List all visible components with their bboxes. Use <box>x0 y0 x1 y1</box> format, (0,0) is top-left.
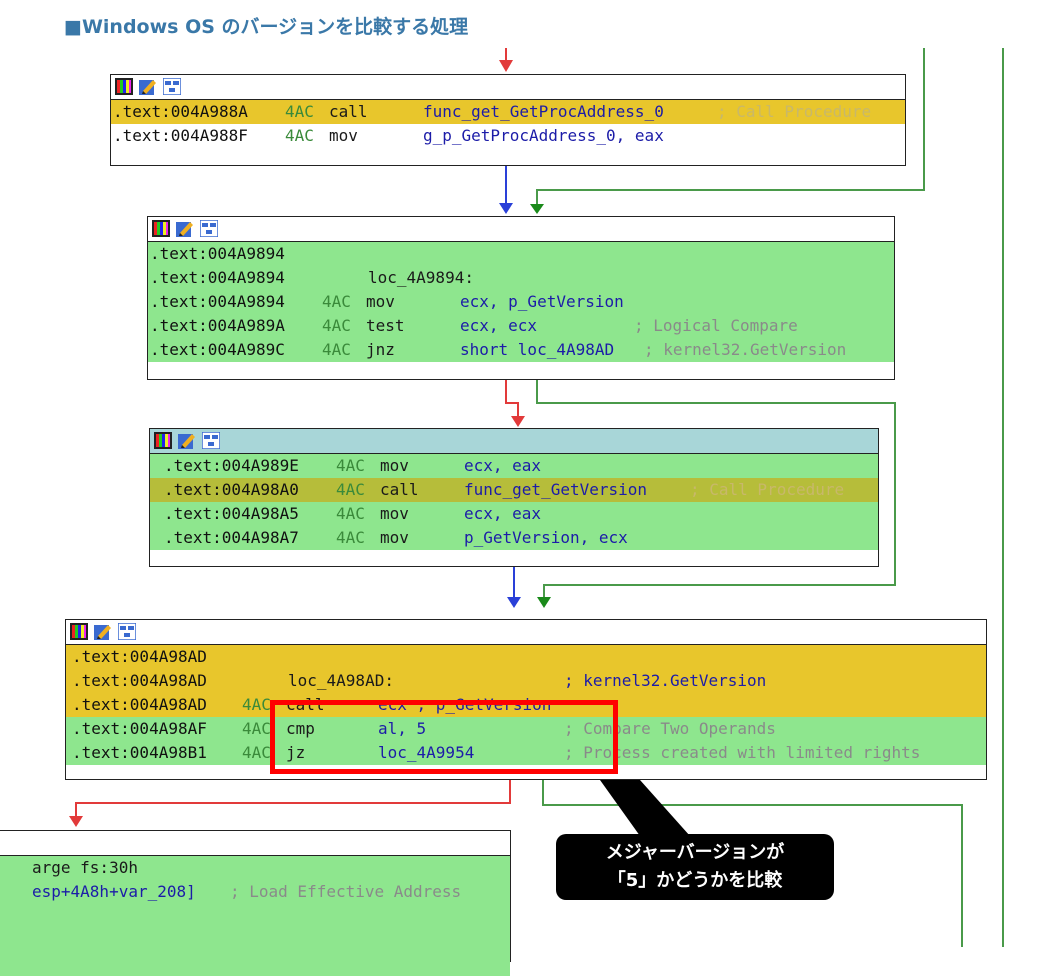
color-palette-icon[interactable] <box>115 78 133 95</box>
graph-view-icon[interactable] <box>202 432 220 449</box>
instruction-line[interactable]: .text:004A9894 4AC mov ecx, p_GetVersion <box>148 290 894 314</box>
instruction-list: .text:004A988A 4AC call func_get_GetProc… <box>111 100 905 148</box>
callout-line-2: 「5」かどうかを比較 <box>607 870 783 891</box>
instruction-line[interactable]: .text:004A98A0 4AC call func_get_GetVers… <box>150 478 878 502</box>
instruction-line[interactable]: .text:004A98A5 4AC mov ecx, eax <box>150 502 878 526</box>
instruction-line[interactable]: .text:004A989C 4AC jnz short loc_4A98AD … <box>148 338 894 362</box>
instruction-line[interactable]: .text:004A989A 4AC test ecx, ecx ; Logic… <box>148 314 894 338</box>
graph-view-icon[interactable] <box>200 220 218 237</box>
instruction-line[interactable]: .text:004A989E 4AC mov ecx, eax <box>150 454 878 478</box>
edit-pencil-icon[interactable] <box>176 220 194 237</box>
instruction-line[interactable]: .text:004A9894 <box>148 242 894 266</box>
code-block-1[interactable]: .text:004A988A 4AC call func_get_GetProc… <box>110 74 906 166</box>
callout-line-1: メジャーバージョンが <box>605 842 785 863</box>
block-titlebar <box>0 831 510 856</box>
instruction-line[interactable]: .text:004A98A7 4AC mov p_GetVersion, ecx <box>150 526 878 550</box>
arrow-blue-2 <box>507 597 521 608</box>
instruction-line[interactable]: .text:004A98AD <box>66 645 986 669</box>
edit-pencil-icon[interactable] <box>139 78 157 95</box>
code-block-2[interactable]: .text:004A9894 .text:004A9894 loc_4A9894… <box>147 216 895 380</box>
color-palette-icon[interactable] <box>152 220 170 237</box>
graph-view-icon[interactable] <box>163 78 181 95</box>
annotation-highlight-box <box>270 700 618 774</box>
instruction-list: .text:004A9894 .text:004A9894 loc_4A9894… <box>148 242 894 362</box>
instruction-line[interactable]: .text:004A988F 4AC mov g_p_GetProcAddres… <box>111 124 905 148</box>
block-titlebar <box>148 217 894 242</box>
graph-view-icon[interactable] <box>118 623 136 640</box>
block-titlebar <box>150 429 878 454</box>
code-block-3[interactable]: .text:004A989E 4AC mov ecx, eax .text:00… <box>149 428 879 567</box>
arrow-green-2 <box>537 597 551 608</box>
instruction-line[interactable]: esp+4A8h+var_208] ; Load Effective Addre… <box>0 880 510 904</box>
instruction-list: arge fs:30h esp+4A8h+var_208] ; Load Eff… <box>0 856 510 976</box>
arrow-red-2 <box>511 416 525 427</box>
arrow-red-top <box>499 60 513 72</box>
instruction-line[interactable]: arge fs:30h <box>0 856 510 880</box>
arrow-green-1 <box>530 204 544 214</box>
annotation-callout: メジャーバージョンが 「5」かどうかを比較 <box>556 834 834 900</box>
block-titlebar <box>111 75 905 100</box>
instruction-list: .text:004A989E 4AC mov ecx, eax .text:00… <box>150 454 878 550</box>
edit-pencil-icon[interactable] <box>94 623 112 640</box>
instruction-line[interactable]: .text:004A9894 loc_4A9894: <box>148 266 894 290</box>
color-palette-icon[interactable] <box>70 623 88 640</box>
callout-pointer <box>600 780 690 836</box>
block-titlebar <box>66 620 986 645</box>
color-palette-icon[interactable] <box>154 432 172 449</box>
instruction-line[interactable]: .text:004A98AD loc_4A98AD: ; kernel32.Ge… <box>66 669 986 693</box>
arrow-red-3 <box>69 816 83 827</box>
code-block-5-partial[interactable]: arge fs:30h esp+4A8h+var_208] ; Load Eff… <box>0 830 511 976</box>
arrow-blue-1 <box>499 203 513 214</box>
instruction-line[interactable]: .text:004A988A 4AC call func_get_GetProc… <box>111 100 905 124</box>
edit-pencil-icon[interactable] <box>178 432 196 449</box>
